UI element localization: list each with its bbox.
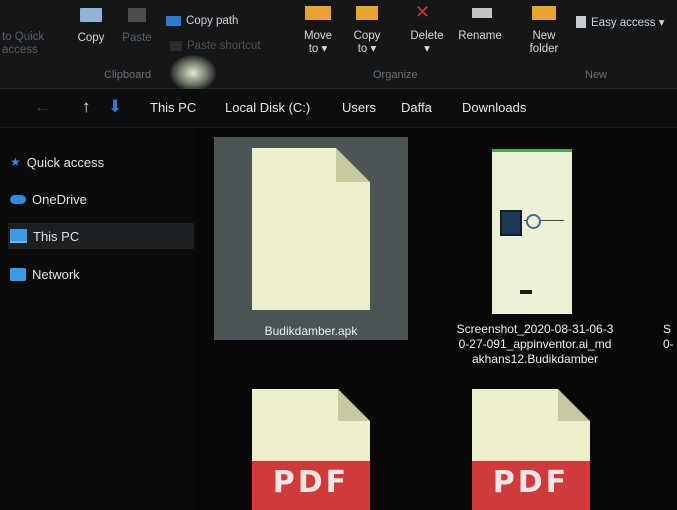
star-icon: ★ bbox=[10, 155, 21, 169]
file-name: Budikdamber.apk bbox=[264, 324, 358, 338]
breadcrumb-daffa[interactable]: Daffa bbox=[401, 100, 432, 115]
glare bbox=[170, 55, 216, 91]
easy-access-button[interactable]: Easy access ▾ bbox=[576, 15, 665, 29]
monitor-icon bbox=[10, 229, 27, 243]
paste-icon bbox=[128, 8, 146, 22]
copy-to-button[interactable]: Copy to ▾ bbox=[348, 30, 386, 56]
copy-path-icon bbox=[166, 16, 181, 26]
thumbnail-knob bbox=[526, 214, 541, 229]
move-to-button[interactable]: Move to ▾ bbox=[298, 30, 338, 56]
copy-path-button[interactable]: Copy path bbox=[166, 15, 238, 27]
file-name-line-3: akhans12.Budikdamber bbox=[471, 352, 599, 366]
pin-to-quick-access-button[interactable]: to Quick access bbox=[2, 31, 62, 57]
delete-label-2: ▾ bbox=[424, 43, 430, 55]
image-thumbnail bbox=[492, 149, 572, 314]
folder-location-icon: ⬇ bbox=[108, 97, 123, 116]
rename-button[interactable]: Rename bbox=[454, 30, 506, 43]
move-to-icon bbox=[305, 6, 331, 20]
easy-access-icon bbox=[576, 16, 586, 28]
network-icon bbox=[10, 267, 26, 281]
breadcrumb-downloads[interactable]: Downloads bbox=[462, 100, 526, 115]
pin-label: to Quick bbox=[2, 31, 45, 43]
file-name-line-2: 0-27-091_appinventor.ai_md bbox=[458, 337, 612, 351]
rename-icon bbox=[472, 8, 492, 18]
new-folder-icon bbox=[532, 6, 556, 20]
back-arrow-icon[interactable]: ← bbox=[34, 97, 51, 117]
generic-file-icon bbox=[252, 148, 370, 310]
delete-label: Delete bbox=[410, 30, 444, 42]
file-item-screenshot[interactable]: Screenshot_2020-08-31-06-3 0-27-091_appi… bbox=[440, 137, 630, 377]
copy-button[interactable]: Copy bbox=[74, 32, 108, 45]
address-bar bbox=[0, 89, 677, 128]
copy-to-icon bbox=[356, 6, 378, 20]
breadcrumb-this-pc[interactable]: This PC bbox=[150, 100, 196, 115]
paste-shortcut-button[interactable]: Paste shortcut bbox=[170, 40, 261, 52]
file-name: Screenshot_2020-08-31-06-3 0-27-091_appi… bbox=[440, 322, 630, 367]
clipboard-group-label: Clipboard bbox=[104, 69, 152, 81]
organize-group-label: Organize bbox=[373, 69, 418, 81]
move-to-label: Move bbox=[303, 30, 333, 42]
sidebar-item-label: Quick access bbox=[26, 154, 105, 170]
paste-shortcut-icon bbox=[170, 41, 182, 51]
easy-access-label: Easy access ▾ bbox=[591, 17, 665, 29]
ribbon: to Quick access Copy Paste Copy path Pas… bbox=[0, 0, 677, 91]
page-fold bbox=[558, 389, 590, 421]
breadcrumb-users[interactable]: Users bbox=[342, 100, 376, 115]
paste-shortcut-label: Paste shortcut bbox=[187, 40, 261, 52]
delete-button[interactable]: Delete ▾ bbox=[405, 30, 449, 56]
sidebar-item-this-pc[interactable]: This PC bbox=[8, 223, 194, 249]
pin-label-2: access bbox=[2, 44, 38, 56]
copy-to-label-2: to ▾ bbox=[357, 43, 377, 55]
paste-button[interactable]: Paste bbox=[120, 32, 154, 45]
sidebar-item-label: OneDrive bbox=[32, 191, 87, 207]
copy-icon bbox=[80, 8, 102, 22]
file-name-partial[interactable]: S 0- bbox=[663, 322, 677, 352]
rename-label: Rename bbox=[458, 30, 502, 42]
file-item-pdf[interactable]: PDF bbox=[472, 389, 590, 510]
paste-label: Paste bbox=[122, 32, 152, 44]
new-folder-button[interactable]: New folder bbox=[524, 30, 564, 56]
sidebar-item-label: Network bbox=[32, 266, 80, 282]
file-name-line-1: Screenshot_2020-08-31-06-3 bbox=[456, 322, 614, 336]
cloud-icon bbox=[10, 194, 26, 204]
file-name-line-1: S bbox=[663, 322, 672, 336]
move-to-label-2: to ▾ bbox=[308, 43, 328, 55]
new-group-label: New bbox=[585, 69, 608, 81]
copy-label: Copy bbox=[77, 32, 105, 44]
delete-icon: ✕ bbox=[415, 2, 431, 22]
new-folder-label-2: folder bbox=[529, 43, 559, 55]
page-fold bbox=[338, 389, 370, 421]
thumbnail-widget bbox=[500, 210, 522, 236]
sidebar-item-quick-access[interactable]: ★ Quick access bbox=[10, 149, 190, 175]
new-folder-label: New bbox=[532, 30, 556, 42]
sidebar-item-label: This PC bbox=[33, 228, 80, 244]
pdf-badge: PDF bbox=[472, 461, 590, 510]
sidebar-item-onedrive[interactable]: OneDrive bbox=[10, 186, 190, 212]
file-item-pdf[interactable]: PDF bbox=[252, 389, 370, 510]
file-name-line-2: 0- bbox=[663, 337, 674, 351]
page-fold bbox=[336, 148, 370, 182]
copy-path-label: Copy path bbox=[186, 15, 239, 27]
up-arrow-icon[interactable]: ↑ bbox=[82, 97, 91, 117]
breadcrumb-local-disk[interactable]: Local Disk (C:) bbox=[225, 100, 310, 115]
copy-to-label: Copy bbox=[353, 30, 381, 42]
pdf-badge: PDF bbox=[252, 461, 370, 510]
file-item-apk[interactable]: Budikdamber.apk bbox=[214, 137, 408, 340]
sidebar-item-network[interactable]: Network bbox=[10, 261, 190, 287]
thumbnail-button bbox=[520, 290, 532, 294]
